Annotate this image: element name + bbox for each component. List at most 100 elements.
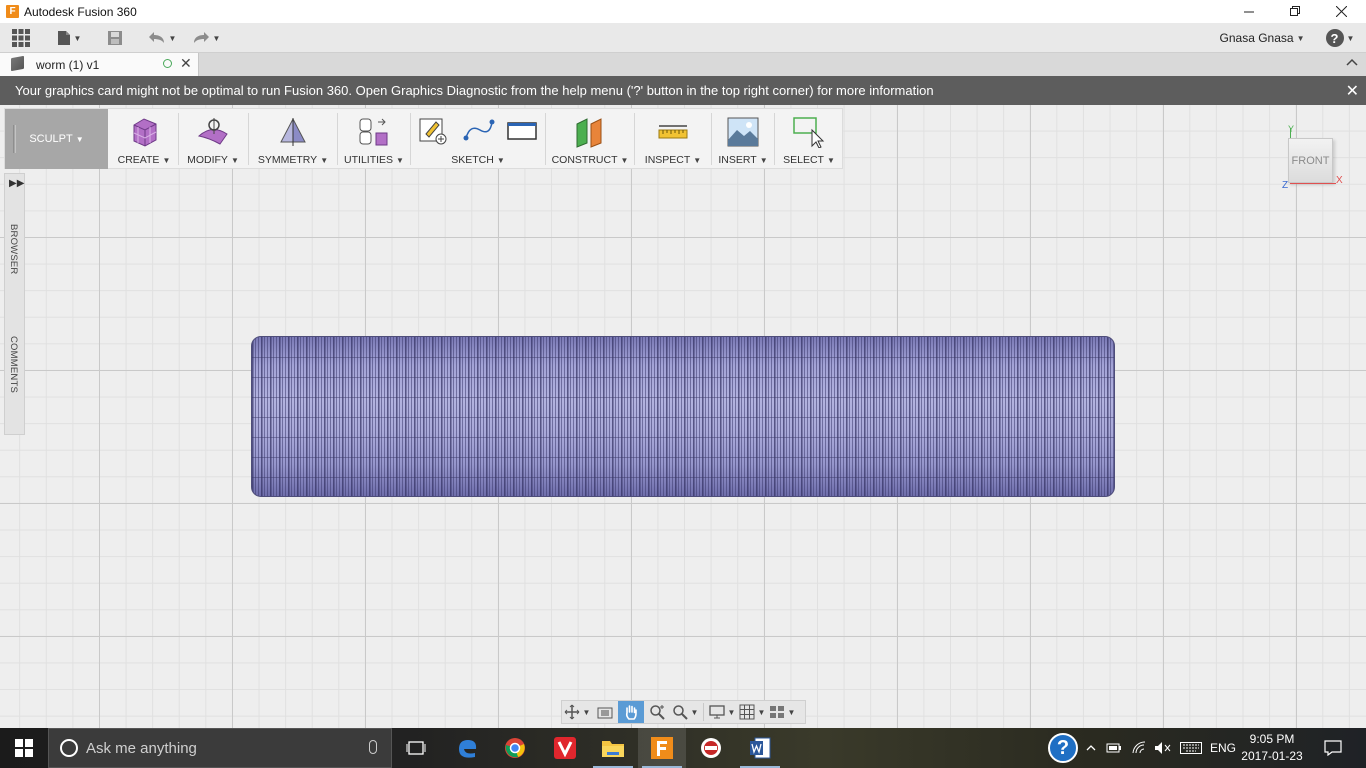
windows-logo-icon bbox=[15, 739, 33, 757]
zoom-window-icon bbox=[672, 705, 688, 720]
look-at-button[interactable] bbox=[592, 701, 618, 723]
insert-label: INSERT bbox=[718, 154, 757, 166]
rectangle-icon bbox=[507, 122, 537, 140]
help-button[interactable]: ? ▼ bbox=[1322, 27, 1358, 49]
axis-x-label: X bbox=[1336, 175, 1343, 186]
sketch-label: SKETCH bbox=[451, 154, 494, 166]
taskbar-clock[interactable]: 9:05 PM 2017-01-23 bbox=[1240, 731, 1304, 765]
chevron-down-icon: ▼ bbox=[162, 156, 171, 165]
minimize-button[interactable] bbox=[1226, 0, 1272, 23]
clock-date: 2017-01-23 bbox=[1241, 749, 1303, 763]
data-panel-button[interactable] bbox=[10, 27, 32, 49]
vivaldi-taskbar-app[interactable] bbox=[541, 728, 589, 768]
chevron-down-icon: ▼ bbox=[73, 33, 82, 43]
show-hidden-icons-button[interactable] bbox=[1082, 728, 1100, 768]
fusion-taskbar-app[interactable] bbox=[638, 728, 686, 768]
collapse-chevron-icon[interactable] bbox=[1346, 55, 1358, 69]
input-language-indicator[interactable]: ENG bbox=[1206, 728, 1240, 768]
start-button[interactable] bbox=[0, 728, 48, 768]
taskbar-search[interactable]: Ask me anything bbox=[48, 728, 392, 768]
mesh-line bbox=[252, 417, 1114, 418]
fit-button[interactable]: ▼ bbox=[670, 701, 700, 723]
worm-model[interactable] bbox=[251, 336, 1115, 497]
chevron-down-icon: ▼ bbox=[620, 156, 629, 165]
edge-taskbar-app[interactable] bbox=[443, 728, 491, 768]
create-menu[interactable]: CREATE ▼ bbox=[111, 109, 177, 169]
redo-button[interactable]: ▼ bbox=[188, 27, 224, 49]
workspace-switcher[interactable]: SCULPT ▼ bbox=[5, 109, 108, 169]
close-tab-button[interactable]: ✕ bbox=[180, 55, 192, 72]
modify-menu[interactable]: MODIFY ▼ bbox=[180, 109, 246, 169]
graphics-warning-banner: Your graphics card might not be optimal … bbox=[0, 76, 1366, 105]
action-center-button[interactable] bbox=[1316, 728, 1350, 768]
chevron-down-icon: ▼ bbox=[230, 156, 239, 165]
undo-button[interactable]: ▼ bbox=[144, 27, 180, 49]
document-tab[interactable]: worm (1) v1 ✕ bbox=[0, 53, 199, 76]
task-view-icon bbox=[406, 741, 426, 755]
inspect-label: INSPECT bbox=[644, 154, 691, 166]
mesh-line bbox=[252, 357, 1114, 358]
pan-button[interactable] bbox=[618, 701, 644, 723]
restore-button[interactable] bbox=[1272, 0, 1318, 23]
view-cube-face-label: FRONT bbox=[1291, 155, 1330, 167]
window-title: Autodesk Fusion 360 bbox=[24, 4, 137, 19]
chevron-down-icon: ▼ bbox=[582, 707, 591, 717]
nav-separator bbox=[703, 703, 704, 721]
close-window-button[interactable] bbox=[1318, 0, 1364, 23]
chevron-down-icon: ▼ bbox=[212, 33, 221, 43]
sketch-menu[interactable]: SKETCH ▼ bbox=[412, 109, 544, 169]
chrome-taskbar-app[interactable] bbox=[491, 728, 539, 768]
grid-settings-button[interactable]: ▼ bbox=[737, 701, 767, 723]
chevron-up-icon bbox=[1086, 745, 1096, 751]
display-settings-button[interactable]: ▼ bbox=[707, 701, 737, 723]
save-button[interactable] bbox=[104, 27, 126, 49]
volume-tray-icon[interactable] bbox=[1152, 728, 1174, 768]
chevron-down-icon: ▼ bbox=[75, 134, 84, 144]
construct-menu[interactable]: CONSTRUCT ▼ bbox=[547, 109, 633, 169]
utilities-menu[interactable]: UTILITIES ▼ bbox=[339, 109, 409, 169]
inspect-menu[interactable]: INSPECT ▼ bbox=[636, 109, 710, 169]
comments-tab[interactable]: COMMENTS bbox=[8, 336, 19, 393]
expand-panel-button[interactable]: ▶▶ bbox=[9, 178, 24, 189]
task-view-button[interactable] bbox=[392, 728, 440, 768]
symmetry-menu[interactable]: SYMMETRY ▼ bbox=[250, 109, 336, 169]
file-menu-button[interactable]: ▼ bbox=[54, 27, 84, 49]
ribbon-separator bbox=[248, 113, 249, 165]
banner-message: Your graphics card might not be optimal … bbox=[15, 83, 934, 98]
ribbon-separator bbox=[410, 113, 411, 165]
grid-apps-icon bbox=[12, 29, 30, 47]
view-cube[interactable]: Y FRONT X Z bbox=[1282, 124, 1344, 192]
chevron-down-icon: ▼ bbox=[168, 33, 177, 43]
redo-icon bbox=[193, 32, 209, 43]
help-tray-button[interactable]: ? bbox=[1046, 728, 1080, 768]
axis-z-label: Z bbox=[1282, 180, 1289, 191]
media-taskbar-app[interactable] bbox=[687, 728, 735, 768]
battery-icon bbox=[1106, 743, 1121, 753]
select-menu[interactable]: SELECT ▼ bbox=[776, 109, 842, 169]
document-tab-label: worm (1) v1 bbox=[36, 58, 100, 72]
insert-menu[interactable]: INSERT ▼ bbox=[713, 109, 773, 169]
fusion-app-icon bbox=[651, 737, 673, 759]
ribbon-separator bbox=[634, 113, 635, 165]
view-cube-front-face[interactable]: FRONT bbox=[1288, 138, 1333, 183]
viewports-button[interactable]: ▼ bbox=[767, 701, 797, 723]
sync-status-icon bbox=[163, 59, 172, 68]
zoom-button[interactable] bbox=[644, 701, 670, 723]
user-menu-button[interactable]: Gnasa Gnasa ▼ bbox=[1216, 27, 1308, 49]
file-explorer-taskbar-app[interactable] bbox=[589, 728, 637, 768]
close-banner-button[interactable]: ✕ bbox=[1346, 81, 1359, 101]
chevron-down-icon: ▼ bbox=[496, 156, 505, 165]
battery-tray-icon[interactable] bbox=[1103, 728, 1125, 768]
orbit-button[interactable]: ▼ bbox=[562, 701, 592, 723]
minimize-icon bbox=[1243, 11, 1254, 13]
network-tray-icon[interactable] bbox=[1128, 728, 1152, 768]
browser-tab[interactable]: BROWSER bbox=[8, 224, 19, 275]
axis-x-line bbox=[1290, 183, 1336, 184]
volume-muted-icon bbox=[1155, 742, 1171, 754]
user-name: Gnasa Gnasa bbox=[1219, 31, 1294, 45]
microphone-icon[interactable] bbox=[369, 740, 377, 754]
word-taskbar-app[interactable] bbox=[736, 728, 784, 768]
chevron-down-icon: ▼ bbox=[1296, 33, 1305, 43]
touch-keyboard-button[interactable] bbox=[1178, 728, 1204, 768]
chevron-down-icon: ▼ bbox=[759, 156, 768, 165]
